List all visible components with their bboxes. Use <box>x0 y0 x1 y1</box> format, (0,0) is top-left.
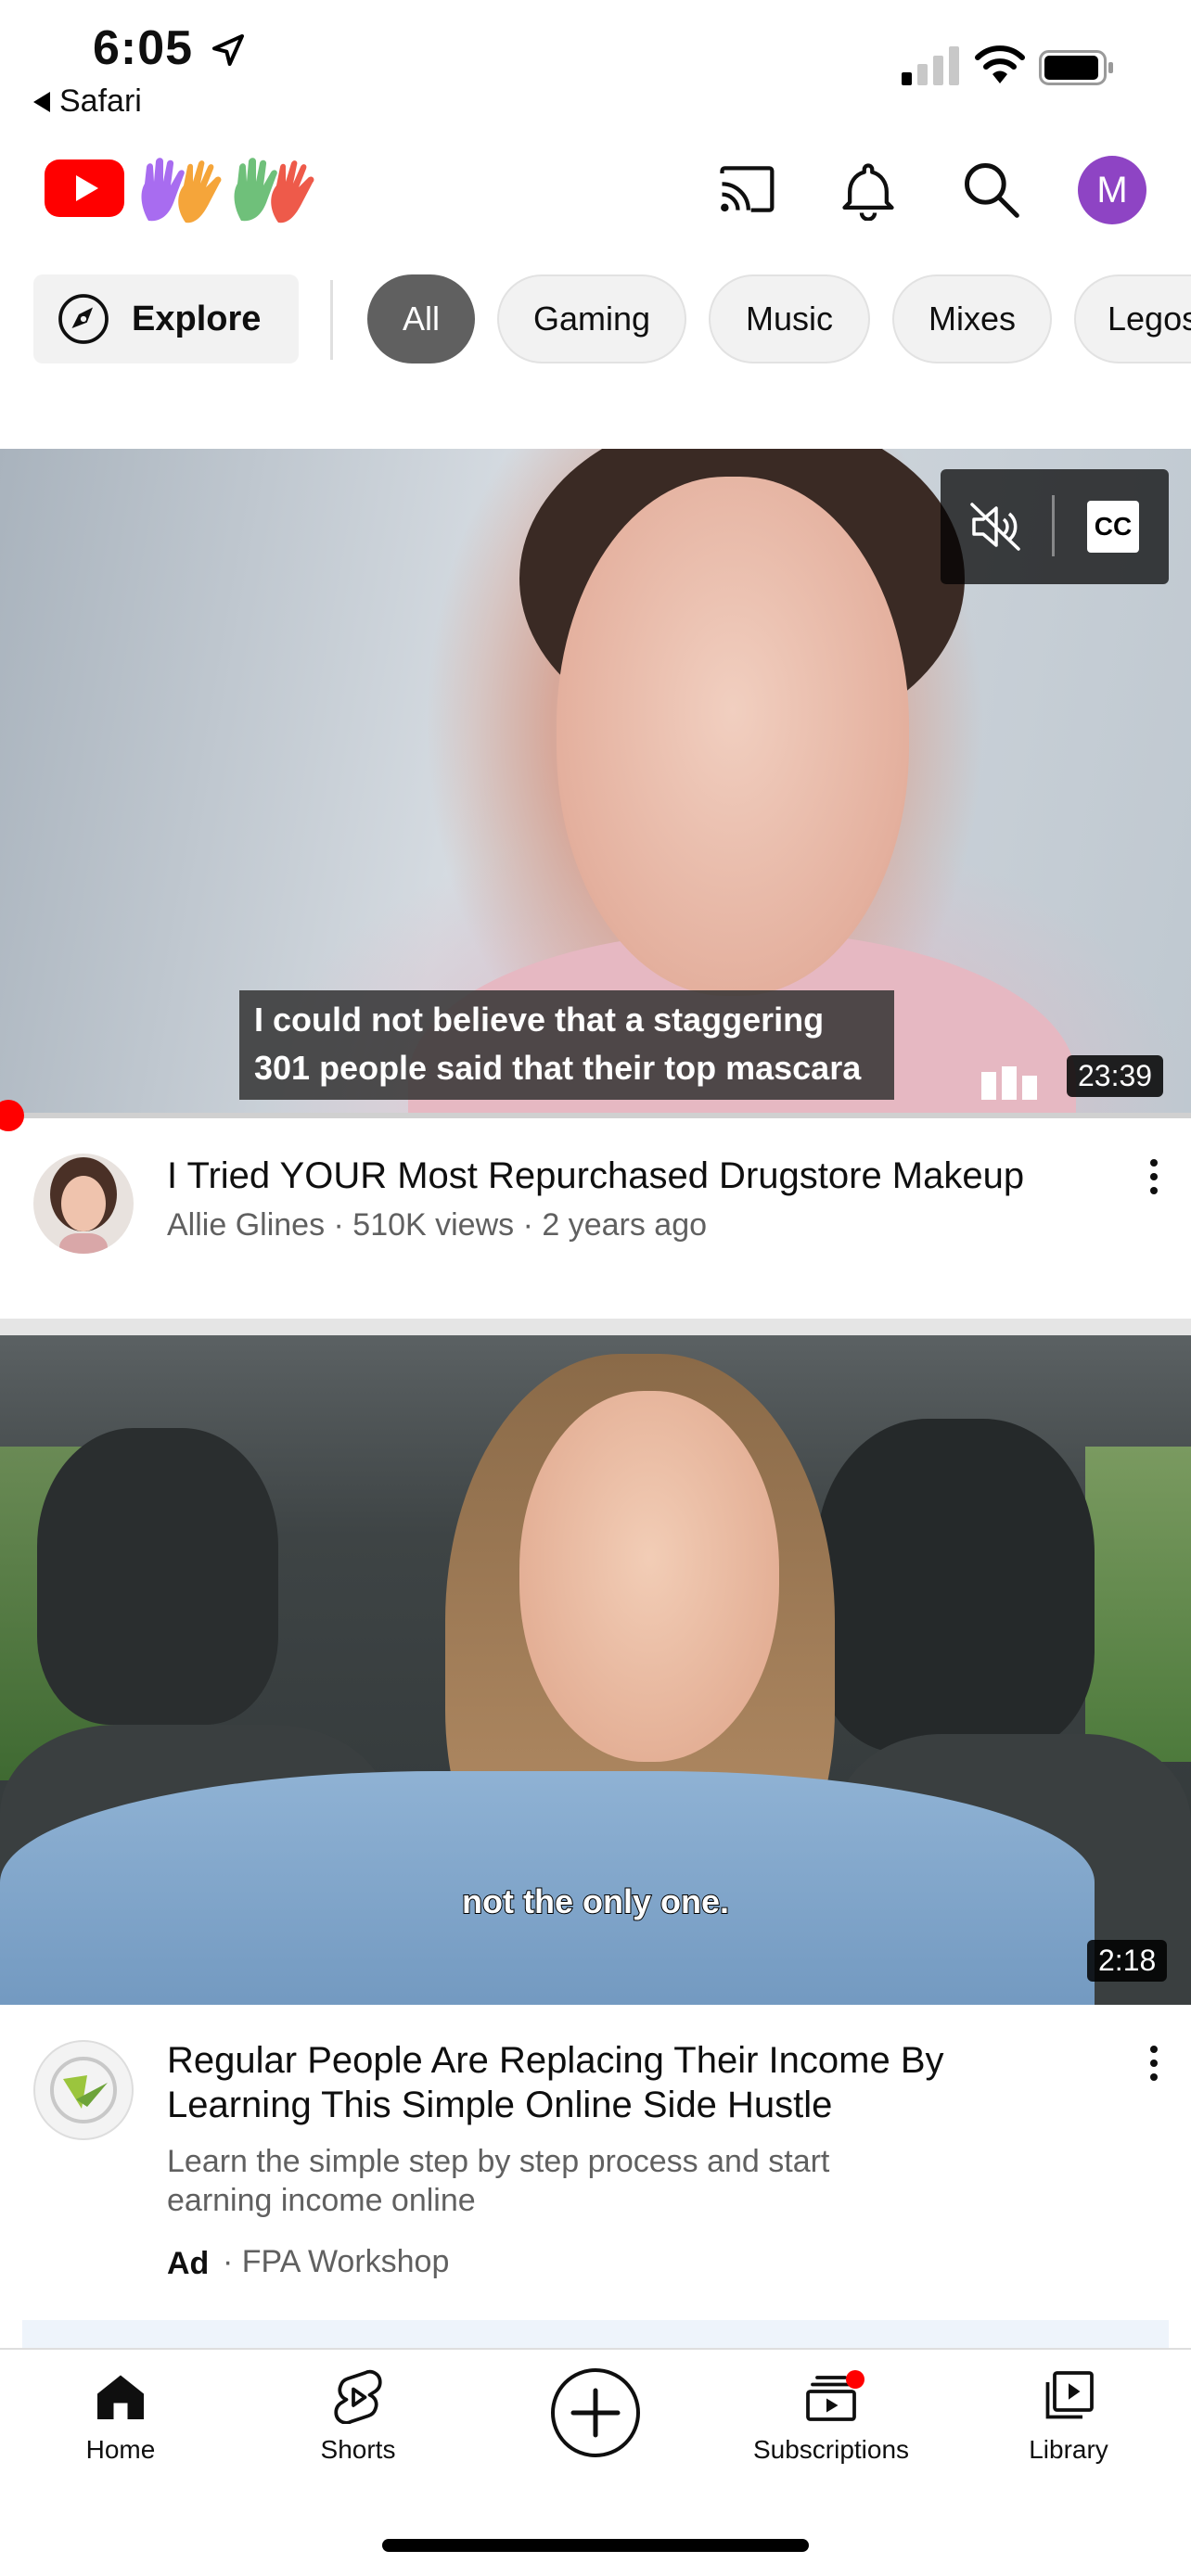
home-icon <box>97 2375 144 2419</box>
home-indicator[interactable] <box>382 2539 809 2552</box>
ad-title[interactable]: Regular People Are Replacing Their Incom… <box>167 2038 1095 2127</box>
muted-speaker-icon[interactable] <box>968 501 1024 553</box>
duration-badge: 23:39 <box>1067 1055 1164 1097</box>
advertiser-avatar[interactable] <box>33 2040 134 2140</box>
controls-divider <box>1052 495 1055 556</box>
thumbnail-art <box>1085 1447 1191 1762</box>
next-card-edge <box>22 2320 1169 2348</box>
create-plus-icon[interactable] <box>549 2366 642 2459</box>
nav-library-label: Library <box>1029 2435 1108 2464</box>
back-triangle-icon <box>33 91 50 112</box>
chip-mixes[interactable]: Mixes <box>892 274 1052 363</box>
chip-music[interactable]: Music <box>709 274 870 363</box>
ad-title-line: Learning This Simple Online Side Hustle <box>167 2085 833 2125</box>
advertiser-logo-icon <box>50 2057 117 2123</box>
new-content-dot <box>846 2370 864 2389</box>
video-title[interactable]: I Tried YOUR Most Repurchased Drugstore … <box>167 1154 1095 1198</box>
nav-home-label: Home <box>85 2435 156 2464</box>
video-progress-bar[interactable] <box>0 1113 1191 1118</box>
ad-description: Learn the simple step by step process an… <box>167 2142 1095 2220</box>
doodle-hands-icon <box>141 158 314 223</box>
nav-shorts-label: Shorts <box>320 2435 396 2464</box>
ad-description-line: Learn the simple step by step process an… <box>167 2144 830 2179</box>
ad-description-line: earning income online <box>167 2183 476 2218</box>
chips-divider <box>330 280 333 360</box>
account-avatar[interactable]: M <box>1078 156 1146 224</box>
video-meta: Allie Glines · 510K views · 2 years ago <box>167 1207 708 1243</box>
back-to-safari[interactable]: Safari <box>33 83 142 120</box>
location-arrow-icon <box>212 34 244 66</box>
status-bar: 6:05 Safari <box>0 0 1191 139</box>
chip-gaming[interactable]: Gaming <box>497 274 686 363</box>
bottom-navigation: Home Shorts Subscriptions Library <box>0 2348 1191 2576</box>
library-icon <box>1045 2371 1094 2419</box>
back-app-label: Safari <box>59 83 142 119</box>
duration-badge: 2:18 <box>1087 1940 1168 1982</box>
chip-all[interactable]: All <box>367 274 475 363</box>
ad-title-line: Regular People Are Replacing Their Incom… <box>167 2040 944 2081</box>
playing-bars-icon <box>981 1066 1037 1100</box>
cast-icon[interactable] <box>714 158 777 221</box>
nav-library[interactable]: Library <box>976 2368 1161 2498</box>
explore-label: Explore <box>132 299 262 338</box>
ad-video-thumbnail[interactable]: not the only one. 2:18 <box>0 1335 1191 2005</box>
status-time: 6:05 <box>93 21 194 75</box>
compass-icon <box>58 294 109 344</box>
video-thumbnail-player[interactable]: CC I could not believe that a staggering… <box>0 449 1191 1118</box>
more-options-icon[interactable] <box>1145 1159 1163 1205</box>
ad-source: · FPA Workshop <box>223 2244 450 2279</box>
avatar-portrait-icon <box>33 1154 134 1254</box>
video-subtitle: not the only one. <box>461 1881 730 1921</box>
category-chips-bar: Explore All Gaming Music Mixes Legos <box>0 274 1191 363</box>
more-options-icon[interactable] <box>1145 2046 1163 2092</box>
thumbnail-art <box>816 1419 1095 1753</box>
channel-avatar[interactable] <box>33 1154 134 1254</box>
app-header: M <box>0 139 1191 241</box>
video-subtitle: I could not believe that a staggering 30… <box>239 990 894 1100</box>
youtube-logo-icon[interactable] <box>45 159 124 217</box>
notifications-bell-icon[interactable] <box>837 158 900 221</box>
thumbnail-art <box>37 1428 278 1725</box>
subtitle-line: I could not believe that a staggering <box>254 1001 825 1039</box>
cellular-signal-icon <box>902 46 959 85</box>
explore-button[interactable]: Explore <box>33 274 299 363</box>
wifi-icon <box>975 45 1025 83</box>
ad-badge: Ad <box>167 2246 210 2281</box>
nav-home[interactable]: Home <box>28 2368 213 2498</box>
nav-subscriptions[interactable]: Subscriptions <box>738 2368 924 2498</box>
search-icon[interactable] <box>959 158 1022 221</box>
shorts-icon <box>334 2369 382 2424</box>
player-controls-overlay: CC <box>941 469 1169 584</box>
chip-legos[interactable]: Legos <box>1074 274 1191 363</box>
thumbnail-art <box>519 1391 779 1762</box>
nav-subscriptions-label: Subscriptions <box>752 2435 910 2464</box>
battery-icon <box>1039 50 1113 85</box>
subtitle-line: 301 people said that their top mascara <box>254 1049 862 1087</box>
closed-captions-icon[interactable]: CC <box>1087 501 1139 553</box>
thumbnail-art <box>557 477 909 996</box>
nav-shorts[interactable]: Shorts <box>265 2368 451 2498</box>
feed-separator <box>0 1319 1191 1335</box>
